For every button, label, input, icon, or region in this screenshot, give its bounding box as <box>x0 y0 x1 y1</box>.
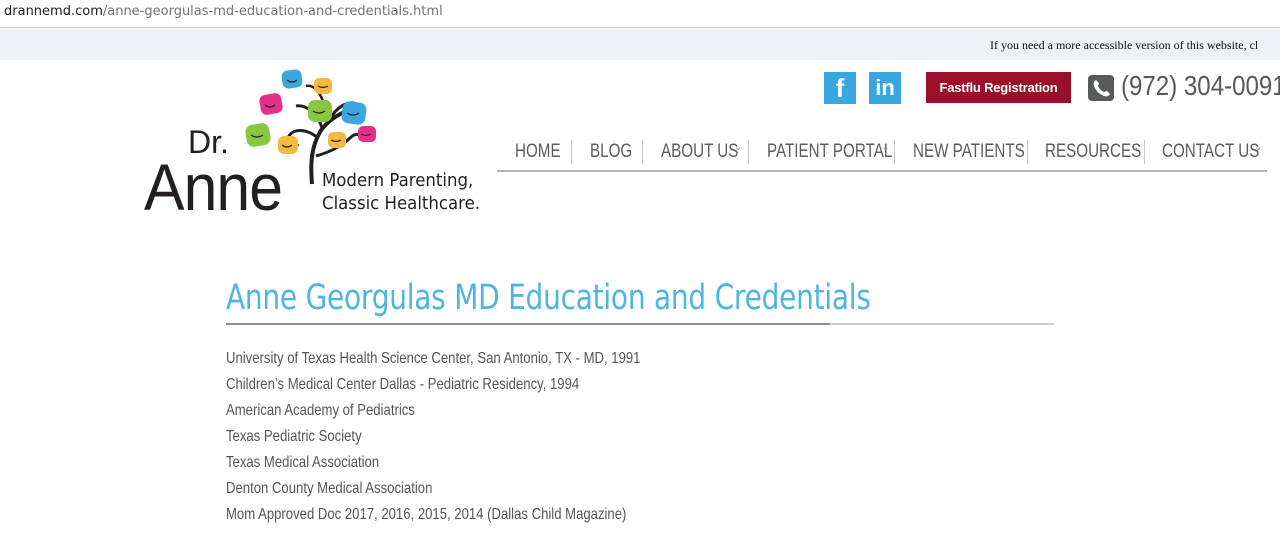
nav-label: PATIENT PORTAL <box>767 141 893 162</box>
nav-divider <box>894 140 895 164</box>
nav-item-blog[interactable]: BLOG <box>590 140 642 164</box>
site-logo[interactable]: Dr. Anne Modern Parenting, Classic Healt… <box>140 66 500 226</box>
facebook-icon[interactable]: f <box>824 72 856 104</box>
page-title: Anne Georgulas MD Education and Credenti… <box>226 278 871 318</box>
linkedin-icon[interactable]: in <box>869 72 901 104</box>
nav-divider <box>1027 140 1028 164</box>
chevron-down-icon: ⌄ <box>1131 142 1140 153</box>
linkedin-glyph: in <box>875 75 895 100</box>
nav-item-resources[interactable]: RESOURCES ⌄ <box>1045 140 1144 164</box>
nav-item-contact-us[interactable]: CONTACT US ⌄ <box>1162 140 1262 164</box>
credentials-list: University of Texas Health Science Cente… <box>226 346 731 528</box>
logo-name: Anne <box>144 150 283 224</box>
nav-divider <box>642 140 643 164</box>
list-item: Denton County Medical Association <box>226 480 433 497</box>
list-item: Texas Medical Association <box>226 454 380 471</box>
phone-number[interactable]: (972) 304-0091 <box>1121 70 1280 102</box>
list-item: American Academy of Pediatrics <box>226 402 415 419</box>
nav-item-about-us[interactable]: ABOUT US ⌄ <box>661 140 748 164</box>
tagline-line-1: Modern Parenting, <box>322 170 474 191</box>
logo-tagline: Modern Parenting, Classic Healthcare. <box>322 169 488 215</box>
chevron-down-icon: ⌄ <box>881 142 890 153</box>
accessibility-bar: If you need a more accessible version of… <box>0 29 1280 60</box>
nav-item-home[interactable]: HOME <box>515 140 571 164</box>
list-item: Texas Pediatric Society <box>226 428 362 445</box>
nav-item-new-patients[interactable]: NEW PATIENTS ⌄ <box>913 140 1027 164</box>
nav-label: HOME <box>515 141 561 162</box>
browser-url-bar[interactable]: drannemd.com/anne-georgulas-md-education… <box>0 0 1280 28</box>
url-path: /anne-georgulas-md-education-and-credent… <box>102 4 443 19</box>
url-domain: drannemd.com <box>4 4 103 19</box>
nav-label: BLOG <box>590 141 633 162</box>
accessibility-notice[interactable]: If you need a more accessible version of… <box>990 38 1258 53</box>
main-nav: HOME BLOG ABOUT US ⌄ PATIENT PORTAL ⌄ NE… <box>497 134 1267 172</box>
nav-label: NEW PATIENTS <box>913 141 1025 162</box>
chevron-down-icon: ⌄ <box>1015 142 1024 153</box>
list-item: Mom Approved Doc 2017, 2016, 2015, 2014 … <box>226 506 627 523</box>
fastflu-registration-button[interactable]: Fastflu Registration <box>926 72 1071 103</box>
nav-divider <box>571 140 572 164</box>
chevron-down-icon: ⌄ <box>734 142 743 153</box>
title-underline <box>226 323 830 325</box>
phone-icon <box>1088 75 1114 101</box>
tagline-line-2: Classic Healthcare. <box>322 193 481 214</box>
list-item: Children’s Medical Center Dallas - Pedia… <box>226 376 580 393</box>
nav-divider <box>1144 140 1145 164</box>
nav-label: CONTACT US <box>1162 141 1260 162</box>
nav-label: ABOUT US <box>661 141 739 162</box>
nav-divider <box>748 140 749 164</box>
chevron-down-icon: ⌄ <box>1254 142 1263 153</box>
facebook-glyph: f <box>835 73 845 103</box>
nav-item-patient-portal[interactable]: PATIENT PORTAL ⌄ <box>767 140 894 164</box>
list-item: University of Texas Health Science Cente… <box>226 350 641 367</box>
nav-label: RESOURCES <box>1045 141 1142 162</box>
